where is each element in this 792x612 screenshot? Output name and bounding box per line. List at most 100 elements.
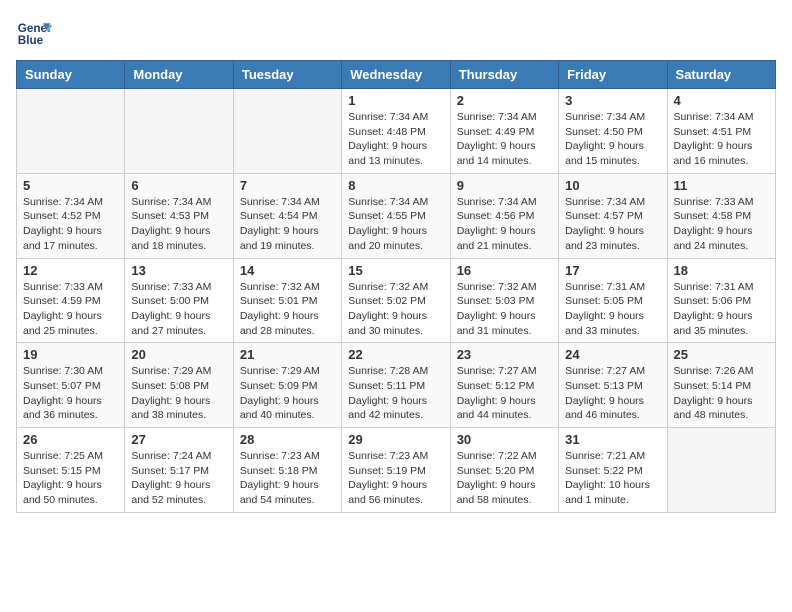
- day-number: 9: [457, 178, 552, 193]
- day-cell-16: 16 Sunrise: 7:32 AMSunset: 5:03 PMDayligh…: [450, 258, 558, 343]
- day-cell-2: 2Sunrise: 7:34 AMSunset: 4:49 PMDaylight…: [450, 89, 558, 174]
- day-cell-17: 17 Sunrise: 7:31 AMSunset: 5:05 PMDayligh…: [559, 258, 667, 343]
- calendar-body: 1 Sunrise: 7:34 AMSunset: 4:48 PMDaylight…: [17, 89, 776, 513]
- day-info: Sunrise: 7:27 AMSunset: 5:12 PMDaylight:…: [457, 364, 552, 423]
- day-info: Sunrise: 7:31 AMSunset: 5:06 PMDaylight:…: [674, 280, 769, 339]
- day-number: 1: [348, 93, 443, 108]
- day-cell-5: 5 Sunrise: 7:34 AMSunset: 4:52 PMDaylight…: [17, 173, 125, 258]
- day-number: 12: [23, 263, 118, 278]
- day-info: Sunrise: 7:34 AMSunset: 4:49 PMDaylight:…: [457, 110, 552, 169]
- day-cell-7: 7 Sunrise: 7:34 AMSunset: 4:54 PMDaylight…: [233, 173, 341, 258]
- day-cell-23: 23 Sunrise: 7:27 AMSunset: 5:12 PMDayligh…: [450, 343, 558, 428]
- day-number: 10: [565, 178, 660, 193]
- day-number: 25: [674, 347, 769, 362]
- week-row-4: 19 Sunrise: 7:30 AMSunset: 5:07 PMDayligh…: [17, 343, 776, 428]
- week-row-3: 12Sunrise: 7:33 AMSunset: 4:59 PMDayligh…: [17, 258, 776, 343]
- day-number: 28: [240, 432, 335, 447]
- day-info: Sunrise: 7:34 AMSunset: 4:48 PMDaylight:…: [348, 110, 443, 169]
- day-number: 22: [348, 347, 443, 362]
- day-number: 17: [565, 263, 660, 278]
- day-info: Sunrise: 7:29 AMSunset: 5:08 PMDaylight:…: [131, 364, 226, 423]
- day-info: Sunrise: 7:25 AMSunset: 5:15 PMDaylight:…: [23, 449, 118, 508]
- day-cell-1: 1 Sunrise: 7:34 AMSunset: 4:48 PMDaylight…: [342, 89, 450, 174]
- day-number: 27: [131, 432, 226, 447]
- week-row-5: 26 Sunrise: 7:25 AMSunset: 5:15 PMDayligh…: [17, 428, 776, 513]
- day-number: 8: [348, 178, 443, 193]
- day-number: 20: [131, 347, 226, 362]
- day-number: 7: [240, 178, 335, 193]
- day-number: 3: [565, 93, 660, 108]
- day-number: 30: [457, 432, 552, 447]
- day-info: Sunrise: 7:32 AMSunset: 5:02 PMDaylight:…: [348, 280, 443, 339]
- day-cell-10: 10 Sunrise: 7:34 AMSunset: 4:57 PMDayligh…: [559, 173, 667, 258]
- day-cell-28: 28 Sunrise: 7:23 AMSunset: 5:18 PMDayligh…: [233, 428, 341, 513]
- logo: General Blue: [16, 16, 52, 52]
- weekday-wednesday: Wednesday: [342, 61, 450, 89]
- day-number: 26: [23, 432, 118, 447]
- day-info: Sunrise: 7:29 AMSunset: 5:09 PMDaylight:…: [240, 364, 335, 423]
- day-info: Sunrise: 7:28 AMSunset: 5:11 PMDaylight:…: [348, 364, 443, 423]
- day-number: 31: [565, 432, 660, 447]
- logo-icon: General Blue: [16, 16, 52, 52]
- day-info: Sunrise: 7:34 AMSunset: 4:55 PMDaylight:…: [348, 195, 443, 254]
- day-number: 23: [457, 347, 552, 362]
- day-cell-30: 30 Sunrise: 7:22 AMSunset: 5:20 PMDayligh…: [450, 428, 558, 513]
- day-cell-29: 29 Sunrise: 7:23 AMSunset: 5:19 PMDayligh…: [342, 428, 450, 513]
- day-info: Sunrise: 7:33 AMSunset: 5:00 PMDaylight:…: [131, 280, 226, 339]
- day-number: 13: [131, 263, 226, 278]
- empty-cell: [233, 89, 341, 174]
- day-cell-12: 12Sunrise: 7:33 AMSunset: 4:59 PMDayligh…: [17, 258, 125, 343]
- day-cell-8: 8 Sunrise: 7:34 AMSunset: 4:55 PMDaylight…: [342, 173, 450, 258]
- day-info: Sunrise: 7:34 AMSunset: 4:50 PMDaylight:…: [565, 110, 660, 169]
- day-cell-19: 19 Sunrise: 7:30 AMSunset: 5:07 PMDayligh…: [17, 343, 125, 428]
- day-number: 14: [240, 263, 335, 278]
- day-info: Sunrise: 7:34 AMSunset: 4:56 PMDaylight:…: [457, 195, 552, 254]
- day-number: 4: [674, 93, 769, 108]
- day-number: 16: [457, 263, 552, 278]
- empty-cell: [125, 89, 233, 174]
- day-info: Sunrise: 7:22 AMSunset: 5:20 PMDaylight:…: [457, 449, 552, 508]
- day-info: Sunrise: 7:24 AMSunset: 5:17 PMDaylight:…: [131, 449, 226, 508]
- weekday-header-row: SundayMondayTuesdayWednesdayThursdayFrid…: [17, 61, 776, 89]
- day-number: 29: [348, 432, 443, 447]
- day-info: Sunrise: 7:34 AMSunset: 4:53 PMDaylight:…: [131, 195, 226, 254]
- day-number: 18: [674, 263, 769, 278]
- day-number: 5: [23, 178, 118, 193]
- day-number: 11: [674, 178, 769, 193]
- weekday-tuesday: Tuesday: [233, 61, 341, 89]
- day-cell-15: 15Sunrise: 7:32 AMSunset: 5:02 PMDayligh…: [342, 258, 450, 343]
- day-cell-31: 31Sunrise: 7:21 AMSunset: 5:22 PMDayligh…: [559, 428, 667, 513]
- weekday-friday: Friday: [559, 61, 667, 89]
- day-cell-27: 27 Sunrise: 7:24 AMSunset: 5:17 PMDayligh…: [125, 428, 233, 513]
- day-number: 6: [131, 178, 226, 193]
- day-cell-26: 26 Sunrise: 7:25 AMSunset: 5:15 PMDayligh…: [17, 428, 125, 513]
- svg-text:Blue: Blue: [18, 34, 44, 47]
- empty-cell: [667, 428, 775, 513]
- weekday-saturday: Saturday: [667, 61, 775, 89]
- day-cell-14: 14Sunrise: 7:32 AMSunset: 5:01 PMDayligh…: [233, 258, 341, 343]
- weekday-sunday: Sunday: [17, 61, 125, 89]
- day-info: Sunrise: 7:23 AMSunset: 5:19 PMDaylight:…: [348, 449, 443, 508]
- day-cell-4: 4 Sunrise: 7:34 AMSunset: 4:51 PMDaylight…: [667, 89, 775, 174]
- weekday-thursday: Thursday: [450, 61, 558, 89]
- weekday-monday: Monday: [125, 61, 233, 89]
- day-info: Sunrise: 7:34 AMSunset: 4:57 PMDaylight:…: [565, 195, 660, 254]
- day-number: 21: [240, 347, 335, 362]
- day-cell-13: 13 Sunrise: 7:33 AMSunset: 5:00 PMDayligh…: [125, 258, 233, 343]
- day-cell-11: 11Sunrise: 7:33 AMSunset: 4:58 PMDayligh…: [667, 173, 775, 258]
- day-cell-20: 20 Sunrise: 7:29 AMSunset: 5:08 PMDayligh…: [125, 343, 233, 428]
- day-info: Sunrise: 7:30 AMSunset: 5:07 PMDaylight:…: [23, 364, 118, 423]
- day-info: Sunrise: 7:34 AMSunset: 4:51 PMDaylight:…: [674, 110, 769, 169]
- day-info: Sunrise: 7:34 AMSunset: 4:52 PMDaylight:…: [23, 195, 118, 254]
- day-info: Sunrise: 7:34 AMSunset: 4:54 PMDaylight:…: [240, 195, 335, 254]
- day-info: Sunrise: 7:31 AMSunset: 5:05 PMDaylight:…: [565, 280, 660, 339]
- day-number: 19: [23, 347, 118, 362]
- page-header: General Blue: [16, 16, 776, 52]
- day-cell-6: 6 Sunrise: 7:34 AMSunset: 4:53 PMDaylight…: [125, 173, 233, 258]
- day-info: Sunrise: 7:23 AMSunset: 5:18 PMDaylight:…: [240, 449, 335, 508]
- day-cell-3: 3 Sunrise: 7:34 AMSunset: 4:50 PMDaylight…: [559, 89, 667, 174]
- day-cell-24: 24Sunrise: 7:27 AMSunset: 5:13 PMDayligh…: [559, 343, 667, 428]
- day-info: Sunrise: 7:32 AMSunset: 5:03 PMDaylight:…: [457, 280, 552, 339]
- day-cell-25: 25Sunrise: 7:26 AMSunset: 5:14 PMDayligh…: [667, 343, 775, 428]
- day-cell-22: 22 Sunrise: 7:28 AMSunset: 5:11 PMDayligh…: [342, 343, 450, 428]
